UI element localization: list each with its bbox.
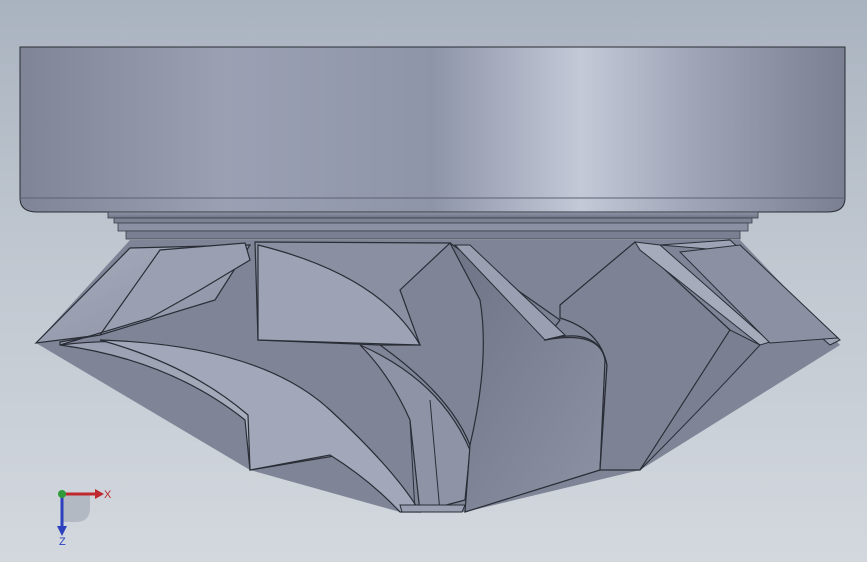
3d-viewport[interactable]: X Z bbox=[0, 0, 867, 562]
impeller-model[interactable] bbox=[0, 0, 867, 562]
x-arrow-head bbox=[95, 489, 104, 499]
x-axis-label: X bbox=[104, 489, 112, 501]
coordinate-triad[interactable]: X Z bbox=[40, 478, 120, 548]
z-axis-label: Z bbox=[59, 536, 66, 548]
hub-cylinder[interactable] bbox=[19, 46, 846, 213]
hub-rings bbox=[107, 211, 759, 240]
y-axis-dot bbox=[58, 490, 66, 498]
z-arrow-head bbox=[57, 526, 67, 536]
triad-plane-shadow bbox=[62, 494, 90, 522]
